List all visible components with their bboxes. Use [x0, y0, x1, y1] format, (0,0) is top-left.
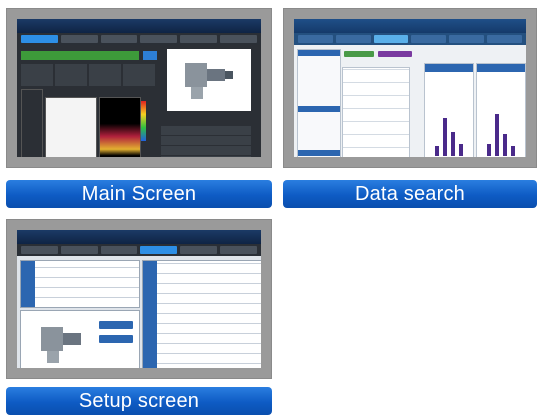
thumbnail-tab-bar	[17, 244, 261, 256]
setup-screen-caption[interactable]: Setup screen	[6, 387, 272, 415]
card-main-screen[interactable]: Main Screen	[6, 8, 272, 208]
card-setup-screen[interactable]: Setup screen	[6, 219, 272, 415]
screenshot-main-screen[interactable]	[6, 8, 272, 168]
thumbnail-title-bar	[294, 19, 526, 33]
setup-screen-thumbnail	[17, 230, 261, 368]
thumbnail-title-bar	[17, 230, 261, 244]
main-screen-caption[interactable]: Main Screen	[6, 180, 272, 208]
action-button-thumbnail	[143, 51, 157, 60]
thermal-pane	[99, 97, 141, 157]
value-grid	[21, 64, 157, 86]
card-data-search[interactable]: Data search	[283, 8, 537, 208]
thumbnail-tab-bar	[17, 33, 261, 45]
machine-preview	[20, 310, 140, 368]
result-table	[161, 125, 251, 157]
chart-1	[424, 63, 474, 157]
search-sidebar	[297, 49, 341, 157]
setup-left-column	[20, 260, 140, 308]
color-scale	[141, 101, 146, 141]
screenshot-setup-screen[interactable]	[6, 219, 272, 379]
chart-2	[476, 63, 526, 157]
filter-pill	[344, 51, 374, 57]
status-bar	[21, 51, 139, 60]
filter-pill	[378, 51, 412, 57]
graph-pane	[45, 97, 97, 157]
thumbnail-tab-bar	[294, 33, 526, 45]
machine-image	[167, 49, 251, 111]
thumbnail-title-bar	[17, 19, 261, 33]
left-panel	[21, 89, 43, 157]
search-result-table	[342, 67, 410, 157]
setup-right-column	[142, 260, 261, 368]
data-search-thumbnail	[294, 19, 526, 157]
screenshot-data-search[interactable]	[283, 8, 537, 168]
main-screen-thumbnail	[17, 19, 261, 157]
data-search-caption[interactable]: Data search	[283, 180, 537, 208]
